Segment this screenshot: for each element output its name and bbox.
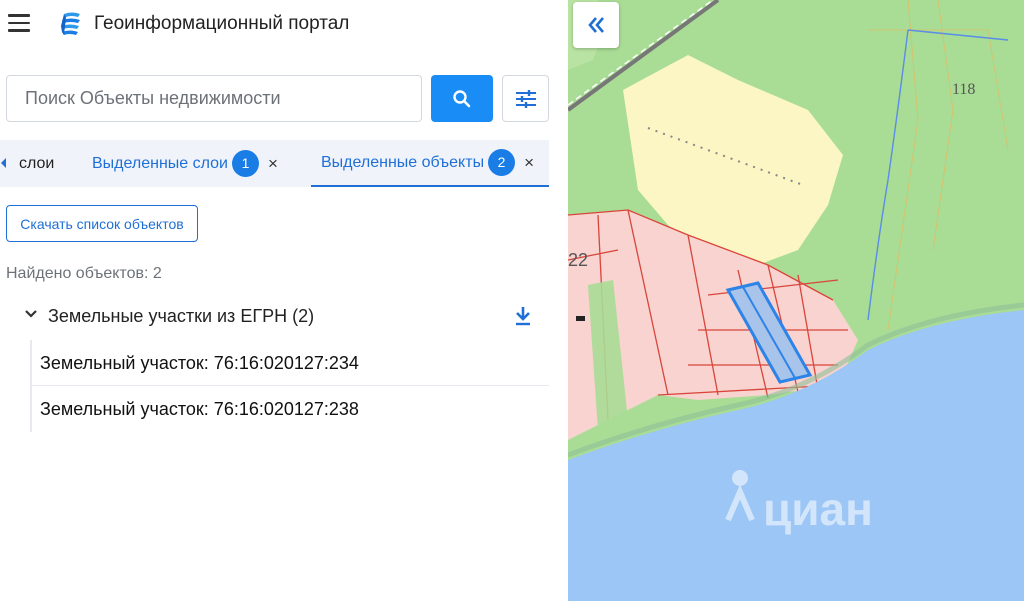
map-label-number: 118 xyxy=(952,81,975,98)
app-title: Геоинформационный портал xyxy=(94,13,350,34)
app-root: Геоинформационный портал Поиск Объекты н… xyxy=(0,0,1024,601)
search-input[interactable] xyxy=(6,75,422,122)
hamburger-menu-icon[interactable] xyxy=(8,14,32,34)
tab-layers-label: слои xyxy=(19,154,55,172)
close-tab-icon[interactable]: × xyxy=(524,153,534,173)
found-count: Найдено объектов: 2 xyxy=(6,265,162,282)
tab-selected-objects[interactable]: Выделенные объекты 2 × xyxy=(311,140,549,187)
sliders-icon xyxy=(515,89,536,108)
search-icon xyxy=(453,89,471,107)
count-badge: 1 xyxy=(231,150,259,177)
list-item[interactable]: Земельный участок: 76:16:020127:234 xyxy=(30,340,549,386)
result-group-label: Земельные участки из ЕГРН (2) xyxy=(48,306,315,326)
svg-text:циан: циан xyxy=(763,483,873,535)
tab-selected-layers-label: Выделенные слои xyxy=(92,154,228,172)
tab-selected-objects-label: Выделенные объекты xyxy=(321,153,485,171)
count-badge: 2 xyxy=(488,149,516,176)
list-item[interactable]: Земельный участок: 76:16:020127:238 xyxy=(30,386,549,432)
tabs-scroll-left-icon[interactable] xyxy=(0,157,8,169)
map-label-number: 22 xyxy=(568,250,588,270)
search-button[interactable] xyxy=(431,75,493,122)
portal-logo-icon xyxy=(61,12,80,35)
tab-selected-layers[interactable]: Выделенные слои 1 × xyxy=(92,140,278,187)
result-group-header[interactable]: Земельные участки из ЕГРН (2) xyxy=(22,304,549,334)
tab-layers[interactable]: слои xyxy=(19,140,54,187)
top-bar: Геоинформационный портал xyxy=(0,0,568,50)
filter-settings-button[interactable] xyxy=(502,75,549,122)
collapse-panel-button[interactable] xyxy=(573,2,619,48)
map-view[interactable]: циан 118 22 xyxy=(568,0,1024,601)
side-panel: Геоинформационный портал Поиск Объекты н… xyxy=(0,0,568,601)
chevron-down-icon xyxy=(25,310,37,318)
close-tab-icon[interactable]: × xyxy=(268,154,278,174)
download-icon[interactable] xyxy=(513,305,533,327)
double-chevron-left-icon xyxy=(588,17,604,33)
tab-bar: слои Выделенные слои 1 × Выделенные объе… xyxy=(0,140,549,187)
download-list-button[interactable]: Скачать список объектов xyxy=(6,205,198,242)
